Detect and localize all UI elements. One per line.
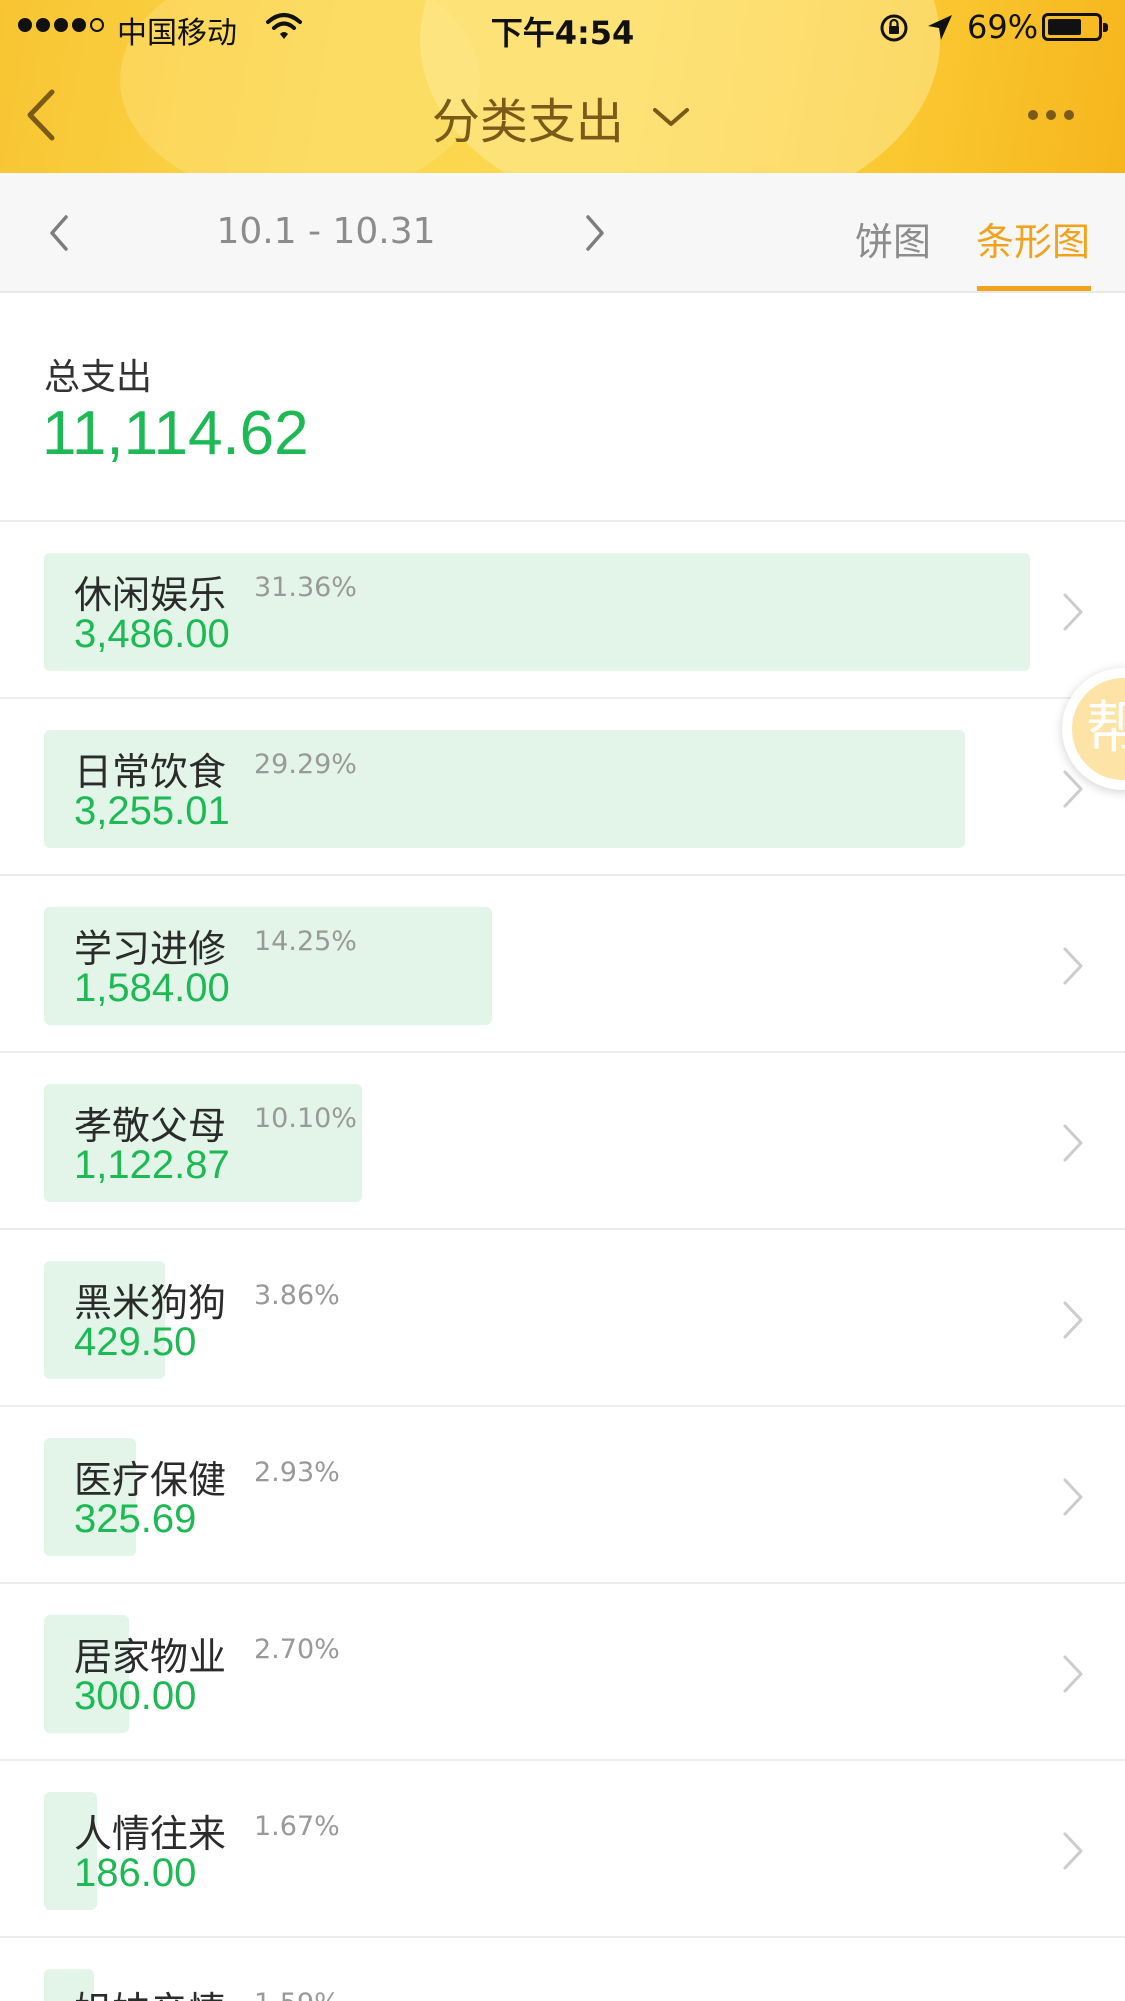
category-name: 姐妹亲情 xyxy=(74,1980,226,2001)
total-expense-label: 总支出 xyxy=(44,357,153,398)
orientation-lock-icon xyxy=(880,14,908,42)
category-row[interactable]: 姐妹亲情 1.59% xyxy=(0,1938,1125,2001)
category-amount: 325.69 xyxy=(74,1497,197,1541)
chevron-down-icon xyxy=(653,108,690,126)
battery-percent: 69% xyxy=(967,8,1039,46)
tab-bar-chart[interactable]: 条形图 xyxy=(976,211,1090,266)
category-row[interactable]: 医疗保健 2.93% 325.69 xyxy=(0,1407,1125,1584)
category-amount: 3,486.00 xyxy=(74,612,230,656)
category-name: 学习进修 xyxy=(74,927,227,971)
category-name: 人情往来 xyxy=(74,1812,227,1856)
category-name: 医疗保健 xyxy=(74,1458,227,1502)
nav-title-dropdown[interactable]: 分类支出 xyxy=(0,82,1125,152)
chevron-left-icon[interactable] xyxy=(38,205,82,261)
category-percent: 1.59% xyxy=(254,1988,340,2001)
chevron-right-icon xyxy=(1063,1301,1083,1339)
location-arrow-icon xyxy=(928,15,952,40)
category-row[interactable]: 居家物业 2.70% 300.00 xyxy=(0,1584,1125,1761)
category-amount: 1,584.00 xyxy=(74,966,230,1010)
category-amount: 1,122.87 xyxy=(74,1143,230,1187)
chevron-right-icon xyxy=(1063,1832,1083,1870)
category-name: 孝敬父母 xyxy=(74,1104,227,1148)
chevron-right-icon xyxy=(1063,1655,1083,1693)
battery-fill xyxy=(1048,19,1081,35)
active-tab-indicator xyxy=(977,286,1091,291)
total-expense-value: 11,114.62 xyxy=(42,399,309,468)
tab-pie-chart[interactable]: 饼图 xyxy=(855,211,931,266)
category-percent: 10.10% xyxy=(254,1103,357,1134)
chevron-right-icon xyxy=(1063,1478,1083,1516)
category-percent: 14.25% xyxy=(254,926,357,957)
date-range: 10.1 - 10.31 xyxy=(216,211,436,252)
category-name: 黑米狗狗 xyxy=(74,1281,227,1325)
category-percent: 2.93% xyxy=(254,1457,340,1488)
category-percent: 3.86% xyxy=(254,1280,340,1311)
category-row[interactable]: 日常饮食 29.29% 3,255.01 xyxy=(0,699,1125,876)
category-percent: 1.67% xyxy=(254,1811,340,1842)
header: 中国移动 下午4:54 69% 分类支出 xyxy=(0,0,1125,173)
category-amount: 300.00 xyxy=(74,1674,197,1718)
chevron-right-icon xyxy=(1063,1124,1083,1162)
more-dots-icon[interactable] xyxy=(1028,100,1088,130)
category-amount: 3,255.01 xyxy=(74,789,230,833)
category-row[interactable]: 学习进修 14.25% 1,584.00 xyxy=(0,876,1125,1053)
category-row[interactable]: 人情往来 1.67% 186.00 xyxy=(0,1761,1125,1938)
category-percent: 29.29% xyxy=(254,749,357,780)
category-name: 休闲娱乐 xyxy=(74,573,227,617)
category-name: 居家物业 xyxy=(74,1635,227,1679)
app-screen: 中国移动 下午4:54 69% 分类支出 10.1 - 10.31 饼图 条形图… xyxy=(0,0,1125,2001)
assistant-badge-label: 帮 xyxy=(1072,678,1125,780)
category-amount: 429.50 xyxy=(74,1320,197,1364)
category-row[interactable]: 休闲娱乐 31.36% 3,486.00 xyxy=(0,522,1125,699)
status-time: 下午4:54 xyxy=(490,14,635,52)
status-bar: 中国移动 下午4:54 69% xyxy=(0,0,1125,58)
period-tab-strip: 10.1 - 10.31 饼图 条形图 xyxy=(0,173,1125,293)
category-name: 日常饮食 xyxy=(74,750,227,794)
chevron-right-icon xyxy=(1063,947,1083,985)
category-percent: 31.36% xyxy=(254,572,357,603)
page-title: 分类支出 xyxy=(431,94,624,150)
battery-nub xyxy=(1103,23,1108,32)
chevron-right-icon xyxy=(1063,593,1083,631)
category-row[interactable]: 孝敬父母 10.10% 1,122.87 xyxy=(0,1053,1125,1230)
battery-icon xyxy=(1042,13,1108,41)
category-percent: 2.70% xyxy=(254,1634,340,1665)
category-row[interactable]: 黑米狗狗 3.86% 429.50 xyxy=(0,1230,1125,1407)
category-amount: 186.00 xyxy=(74,1851,197,1895)
chevron-right-icon[interactable] xyxy=(572,205,616,261)
